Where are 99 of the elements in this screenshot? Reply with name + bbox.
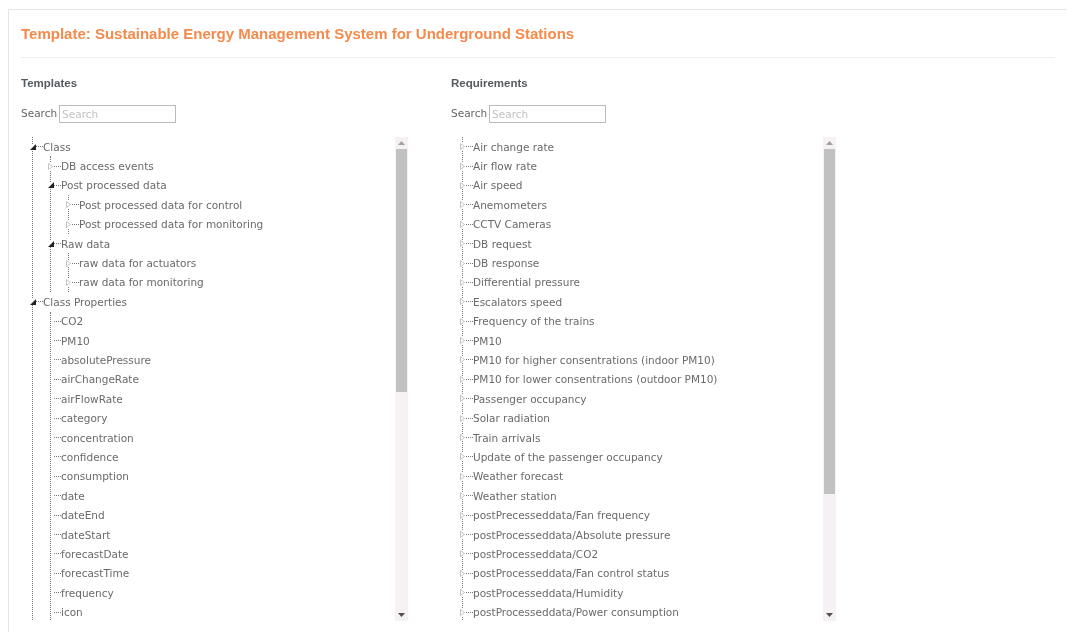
tree-item[interactable]: Anemometers bbox=[473, 197, 547, 212]
scroll-down-icon[interactable] bbox=[826, 613, 833, 617]
tree-item[interactable]: postProcesseddata/CO2 bbox=[473, 546, 599, 561]
tree-item[interactable]: Weather station bbox=[473, 488, 557, 503]
search-field[interactable]: Search bbox=[489, 105, 607, 123]
tree-item[interactable]: forecastDate bbox=[61, 546, 129, 561]
tree-item[interactable]: postProcesseddata/Fan control status bbox=[473, 566, 670, 581]
collapsed-triangle-icon[interactable] bbox=[460, 356, 465, 364]
tree-item[interactable]: raw data for monitoring bbox=[79, 275, 204, 290]
tree-item[interactable]: consumption bbox=[61, 469, 129, 484]
collapsed-triangle-icon[interactable] bbox=[460, 240, 465, 248]
tree-item[interactable]: DB response bbox=[473, 256, 540, 271]
collapsed-triangle-icon[interactable] bbox=[460, 201, 465, 209]
tree-item[interactable]: raw data for actuators bbox=[79, 256, 197, 271]
collapsed-triangle-icon[interactable] bbox=[460, 511, 465, 519]
tree-item[interactable]: Differential pressure bbox=[473, 275, 580, 290]
scroll-up-icon[interactable] bbox=[826, 141, 833, 145]
tree-item[interactable]: DB request bbox=[473, 236, 532, 251]
scroll-down-icon[interactable] bbox=[398, 613, 405, 617]
collapsed-triangle-icon[interactable] bbox=[460, 337, 465, 345]
tree-item[interactable]: CO2 bbox=[61, 314, 84, 329]
tree-item[interactable]: confidence bbox=[61, 449, 119, 464]
tree-item[interactable]: Solar radiation bbox=[473, 411, 550, 426]
tree-item[interactable]: postProcesseddata/Power consumption bbox=[473, 605, 679, 620]
expanded-triangle-icon[interactable] bbox=[29, 298, 36, 305]
collapsed-triangle-icon[interactable] bbox=[460, 162, 465, 170]
collapsed-triangle-icon[interactable] bbox=[460, 298, 465, 306]
collapsed-triangle-icon[interactable] bbox=[460, 220, 465, 228]
tree-item[interactable]: Class Properties bbox=[43, 294, 128, 309]
tree-item[interactable]: dateEnd bbox=[61, 508, 105, 523]
tree-item[interactable]: CCTV Cameras bbox=[473, 217, 552, 232]
collapsed-triangle-icon[interactable] bbox=[460, 608, 465, 616]
collapsed-triangle-icon[interactable] bbox=[460, 550, 465, 558]
collapsed-triangle-icon[interactable] bbox=[460, 375, 465, 383]
tree-item[interactable]: Passenger occupancy bbox=[473, 391, 587, 406]
tree-item[interactable]: DB access events bbox=[61, 159, 154, 174]
tree-item[interactable]: PM10 for higher consentrations (indoor PM10) bbox=[473, 353, 715, 367]
expanded-triangle-icon[interactable] bbox=[29, 143, 36, 150]
tree-item[interactable]: Frequency of the trains bbox=[473, 314, 595, 329]
collapsed-triangle-icon[interactable] bbox=[460, 259, 465, 267]
collapsed-triangle-icon[interactable] bbox=[460, 434, 465, 442]
tree-item[interactable]: concentration bbox=[61, 430, 134, 445]
tree-item[interactable]: Weather forecast bbox=[473, 469, 563, 484]
tree-item[interactable]: PM10 bbox=[473, 333, 502, 348]
tree-item[interactable]: date bbox=[61, 488, 85, 503]
collapsed-triangle-icon[interactable] bbox=[460, 414, 465, 422]
tree-item[interactable]: Escalators speed bbox=[473, 294, 563, 309]
scrollbar-thumb[interactable] bbox=[824, 149, 835, 494]
expanded-triangle-icon[interactable] bbox=[47, 240, 54, 247]
tree-item[interactable]: Class bbox=[43, 139, 71, 154]
tree-item[interactable]: postPrecesseddata/Fan frequency bbox=[473, 508, 651, 523]
collapsed-triangle-icon[interactable] bbox=[66, 278, 71, 286]
collapsed-triangle-icon[interactable] bbox=[460, 569, 465, 577]
collapsed-triangle-icon[interactable] bbox=[460, 453, 465, 461]
tree-item[interactable]: Raw data bbox=[61, 236, 111, 251]
scrollbar[interactable] bbox=[395, 137, 408, 621]
tree-item[interactable]: dateStart bbox=[61, 527, 111, 542]
collapsed-triangle-icon[interactable] bbox=[460, 531, 465, 538]
tree-item[interactable]: Air flow rate bbox=[473, 159, 538, 174]
collapsed-triangle-icon[interactable] bbox=[460, 472, 465, 480]
section-heading: Templates bbox=[21, 76, 79, 91]
collapsed-triangle-icon[interactable] bbox=[460, 492, 465, 500]
scrollbar-thumb[interactable] bbox=[396, 149, 407, 392]
tree-item[interactable]: absolutePressure bbox=[61, 353, 151, 367]
collapsed-triangle-icon[interactable] bbox=[460, 278, 465, 286]
collapsed-triangle-icon[interactable] bbox=[460, 317, 465, 325]
collapsed-triangle-icon[interactable] bbox=[48, 162, 53, 170]
tree-item[interactable]: Update of the passenger occupancy bbox=[473, 449, 663, 464]
tree-item[interactable]: Post processed data for monitoring bbox=[79, 217, 264, 232]
tree-item[interactable]: Air change rate bbox=[473, 139, 555, 154]
search-field[interactable]: Search bbox=[59, 105, 177, 123]
collapsed-triangle-icon[interactable] bbox=[66, 259, 71, 267]
tree-item[interactable]: Post processed data bbox=[61, 178, 167, 193]
scroll-up-icon[interactable] bbox=[398, 141, 405, 145]
expanded-triangle-icon[interactable] bbox=[47, 182, 54, 189]
tree-item[interactable]: airFlowRate bbox=[61, 391, 123, 406]
tree-item[interactable]: PM10 bbox=[61, 333, 90, 348]
collapsed-triangle-icon[interactable] bbox=[460, 181, 465, 189]
tree-item[interactable]: Train arrivals bbox=[473, 430, 541, 445]
search-label: Search bbox=[451, 106, 488, 122]
collapsed-triangle-icon[interactable] bbox=[460, 143, 465, 151]
collapsed-triangle-icon[interactable] bbox=[66, 220, 71, 228]
collapsed-triangle-icon[interactable] bbox=[66, 201, 71, 209]
collapsed-triangle-icon[interactable] bbox=[460, 589, 465, 597]
tree-item[interactable]: category bbox=[61, 411, 108, 426]
tree-item[interactable]: airChangeRate bbox=[61, 372, 139, 387]
tree-item[interactable]: postProcesseddata/Absolute pressure bbox=[473, 527, 671, 542]
tree-item[interactable]: PM10 for lower consentrations (outdoor PM10) bbox=[473, 372, 718, 387]
tree-item[interactable]: frequency bbox=[61, 585, 114, 600]
section-heading: Requirements bbox=[451, 76, 529, 91]
tree-item[interactable]: icon bbox=[61, 605, 83, 620]
scrollbar[interactable] bbox=[823, 137, 836, 621]
tree-item[interactable]: Post processed data for control bbox=[79, 197, 243, 212]
tree-item[interactable]: postProcesseddata/Humidity bbox=[473, 585, 624, 600]
search-label: Search bbox=[21, 106, 58, 122]
page-title: Template: Sustainable Energy Management System for Underground Stations bbox=[21, 24, 576, 44]
tree-item[interactable]: Air speed bbox=[473, 178, 523, 193]
tree-item[interactable]: forecastTime bbox=[61, 566, 130, 581]
collapsed-triangle-icon[interactable] bbox=[460, 395, 465, 403]
